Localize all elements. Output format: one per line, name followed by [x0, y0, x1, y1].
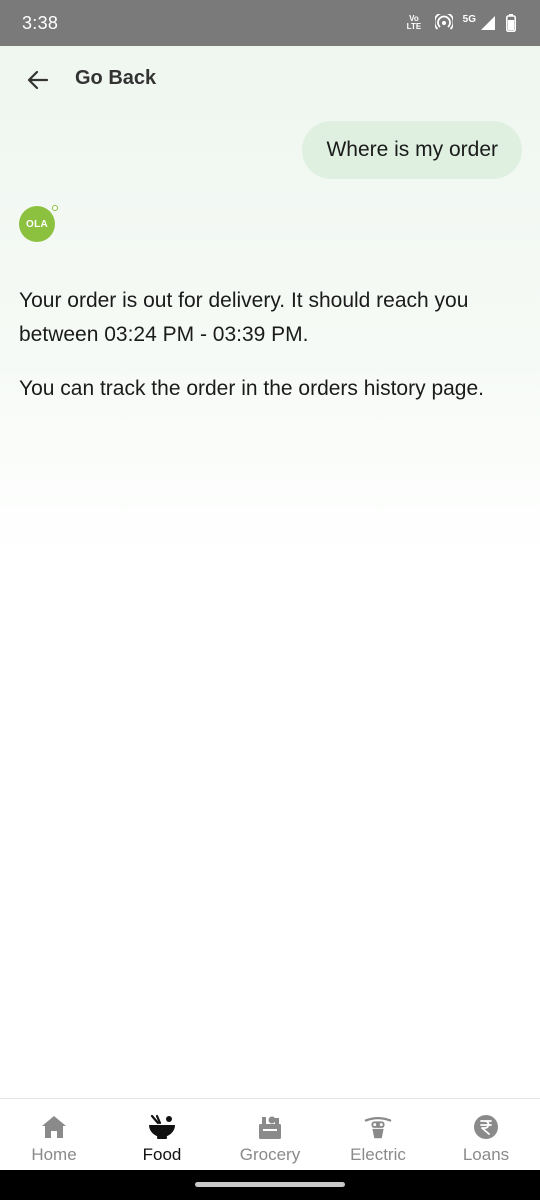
home-icon	[40, 1113, 68, 1141]
status-time: 3:38	[22, 12, 59, 33]
battery-icon	[506, 14, 516, 32]
ola-logo: OLA	[19, 205, 58, 242]
system-gesture-bar	[0, 1170, 540, 1200]
nav-item-loans[interactable]: Loans	[432, 1099, 540, 1170]
status-bar: 3:38 Vo LTE 5G	[0, 0, 540, 46]
bot-message: Your order is out for delivery. It shoul…	[19, 284, 524, 406]
rupee-icon	[472, 1113, 500, 1141]
bottom-nav: Home Food Grocery Electric Loans	[0, 1098, 540, 1170]
volte-bottom-text: LTE	[406, 22, 422, 31]
registered-mark-icon	[52, 205, 58, 211]
status-icons: Vo LTE 5G	[407, 14, 516, 33]
network-type: 5G	[462, 13, 476, 25]
bot-message-paragraph: You can track the order in the orders hi…	[19, 377, 484, 400]
header: Go Back	[0, 46, 540, 112]
ola-logo-text: OLA	[25, 218, 48, 230]
nav-item-home[interactable]: Home	[0, 1099, 108, 1170]
nav-label-food: Food	[142, 1145, 182, 1164]
go-back-button[interactable]: Go Back	[75, 67, 156, 90]
signal-icon	[480, 15, 496, 31]
electric-scooter-icon	[364, 1113, 392, 1141]
hotspot-icon	[434, 14, 453, 32]
user-message-bubble: Where is my order	[302, 121, 522, 179]
nav-label-electric: Electric	[350, 1145, 406, 1164]
nav-item-grocery[interactable]: Grocery	[216, 1099, 324, 1170]
gesture-handle[interactable]	[195, 1182, 345, 1187]
grocery-bag-icon	[256, 1113, 284, 1141]
nav-item-electric[interactable]: Electric	[324, 1099, 432, 1170]
nav-label-grocery: Grocery	[239, 1145, 301, 1164]
nav-item-food[interactable]: Food	[108, 1099, 216, 1170]
back-arrow-icon[interactable]	[24, 66, 52, 94]
volte-indicator: Vo LTE	[407, 15, 425, 31]
nav-label-home: Home	[31, 1145, 77, 1164]
food-bowl-icon	[148, 1113, 176, 1141]
nav-label-loans: Loans	[462, 1145, 510, 1164]
bot-message-paragraph: Your order is out for delivery. It shoul…	[19, 289, 469, 346]
